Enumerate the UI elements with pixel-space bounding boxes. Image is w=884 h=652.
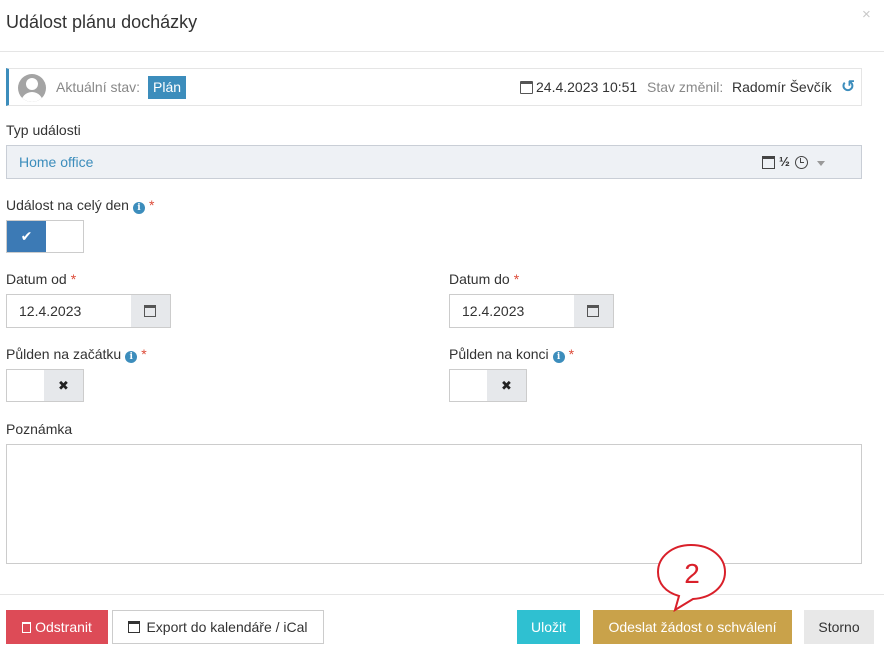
event-type-value: Home office: [19, 154, 94, 170]
status-bar: Aktuální stav: Plán 24.4.2023 10:51 Stav…: [6, 68, 862, 106]
note-textarea[interactable]: [6, 444, 862, 564]
half-end-label: Půlden na konci i *: [449, 346, 574, 363]
required-marker: *: [70, 271, 77, 287]
required-marker: *: [141, 346, 147, 362]
calendar-icon: [587, 305, 599, 317]
calendar-plus-icon: [128, 621, 141, 633]
calendar-icon: [762, 156, 775, 169]
event-type-label: Typ události: [6, 122, 81, 138]
status-label: Aktuální stav:: [56, 79, 141, 95]
footer-divider: [0, 594, 884, 595]
half-start-label: Půlden na začátku i *: [6, 346, 147, 363]
required-marker: *: [568, 346, 575, 362]
calendar-icon: [520, 81, 533, 94]
all-day-label: Událost na celý den i *: [6, 197, 154, 214]
delete-button-label: Odstranit: [35, 619, 92, 635]
info-icon[interactable]: i: [552, 351, 565, 363]
date-from-input[interactable]: 12.4.2023: [6, 294, 132, 328]
status-badge: Plán: [148, 76, 187, 99]
export-button-label: Export do kalendáře / iCal: [146, 619, 308, 635]
date-to-label-text: Datum do: [449, 271, 510, 287]
date-from-label-text: Datum od: [6, 271, 67, 287]
check-icon: ✔: [7, 221, 46, 252]
export-ical-button[interactable]: Export do kalendáře / iCal: [112, 610, 324, 644]
clock-icon: [795, 156, 808, 169]
half-start-label-text: Půlden na začátku: [6, 346, 122, 362]
half-day-icon: ½: [779, 154, 790, 169]
date-from-picker-button[interactable]: [131, 294, 171, 328]
submit-approval-button[interactable]: Odeslat žádost o schválení: [593, 610, 792, 644]
cancel-button[interactable]: Storno: [804, 610, 874, 644]
caret-down-icon[interactable]: [817, 161, 825, 166]
header-divider: [0, 51, 884, 52]
date-from-label: Datum od *: [6, 271, 76, 287]
save-button[interactable]: Uložit: [517, 610, 580, 644]
note-label: Poznámka: [6, 421, 73, 437]
changed-by-user: Radomír Ševčík: [732, 79, 832, 95]
cross-icon: ✖: [487, 370, 526, 401]
avatar: [18, 74, 46, 102]
close-icon[interactable]: ×: [862, 6, 871, 23]
date-to-picker-button[interactable]: [574, 294, 614, 328]
annotation-number: 2: [684, 558, 700, 589]
required-marker: *: [513, 271, 520, 287]
half-end-toggle[interactable]: ✖: [449, 369, 527, 402]
all-day-label-text: Událost na celý den: [6, 197, 129, 213]
half-end-label-text: Půlden na konci: [449, 346, 549, 362]
event-type-select[interactable]: Home office ½: [6, 145, 862, 179]
changed-by-label: Stav změnil:: [647, 79, 724, 95]
calendar-icon: [144, 305, 156, 317]
trash-icon: [22, 622, 32, 633]
required-marker: *: [148, 197, 155, 213]
all-day-toggle[interactable]: ✔: [6, 220, 84, 253]
date-to-input[interactable]: 12.4.2023: [449, 294, 575, 328]
history-icon[interactable]: ↺: [841, 78, 859, 96]
date-to-label: Datum do *: [449, 271, 519, 287]
info-icon[interactable]: i: [132, 202, 145, 214]
info-icon[interactable]: i: [125, 351, 138, 363]
dialog-title: Událost plánu docházky: [6, 12, 198, 32]
cross-icon: ✖: [44, 370, 83, 401]
status-date: 24.4.2023 10:51: [536, 79, 638, 95]
delete-button[interactable]: Odstranit: [6, 610, 108, 644]
half-start-toggle[interactable]: ✖: [6, 369, 84, 402]
